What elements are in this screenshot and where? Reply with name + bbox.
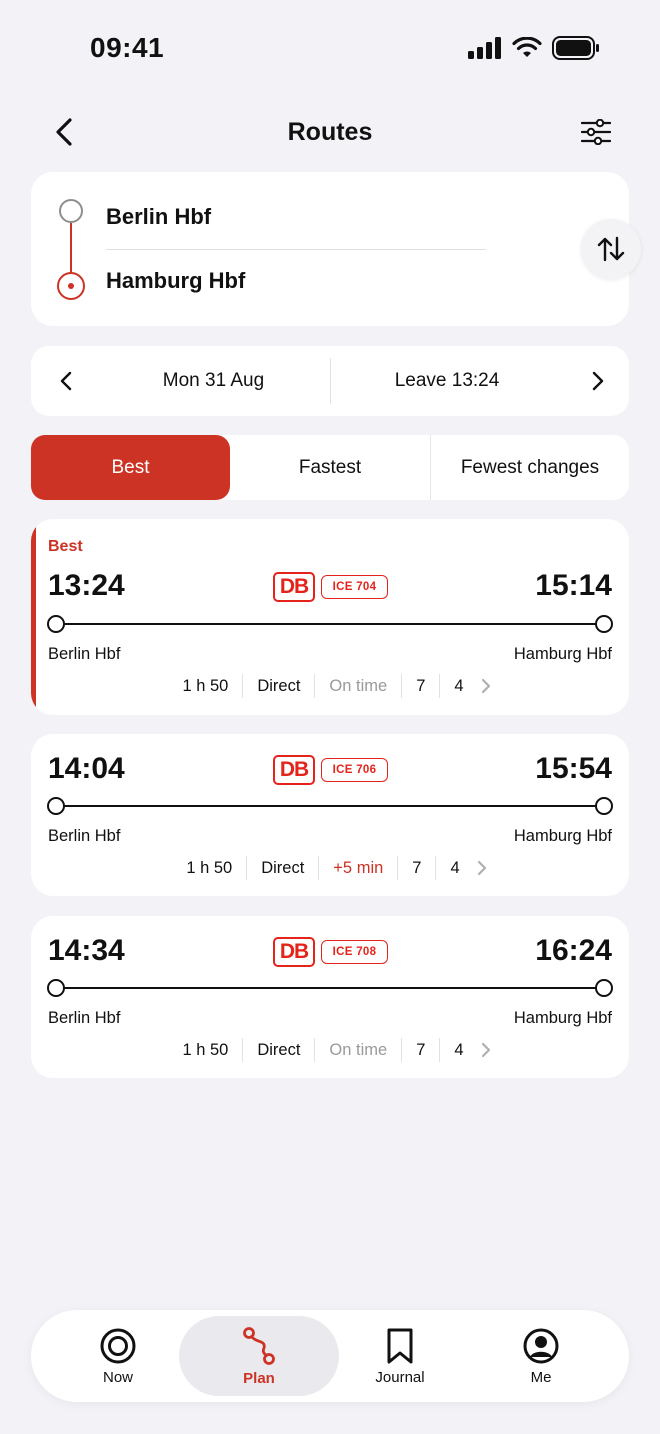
departure-dot-icon [47,797,65,815]
battery-icon [552,36,599,60]
destination-station-field[interactable]: Hamburg Hbf [106,268,245,294]
route-card[interactable]: 14:34 DB ICE 708 16:24 Berlin Hbf Hambur… [31,916,629,1078]
profile-icon [523,1328,559,1363]
from-station: Berlin Hbf [48,1009,121,1027]
to-station: Hamburg Hbf [513,827,612,845]
tab-me[interactable]: Me [471,1310,611,1402]
punctuality-status: On time [314,674,401,698]
tab-now[interactable]: Now [48,1310,188,1402]
page-title: Routes [287,118,373,146]
db-logo: DB [273,755,315,785]
duration: 1 h 50 [182,1041,229,1059]
departure-time: 13:24 [48,569,125,602]
departure-time: 14:34 [48,934,125,967]
swap-stations-button[interactable] [581,219,641,279]
arrival-dot-icon [595,615,613,633]
meta-value-2: 4 [439,1038,477,1062]
tab-journal-label: Journal [375,1368,425,1386]
meta-value-1: 7 [401,1038,439,1062]
swap-arrows-icon [597,236,625,262]
meta-value-1: 7 [397,856,435,880]
route-card[interactable]: 14:04 DB ICE 706 15:54 Berlin Hbf Hambur… [31,734,629,896]
bookmark-icon [387,1328,413,1363]
departure-dot-icon [47,979,65,997]
destination-marker-icon [57,272,85,300]
sliders-icon [581,119,611,145]
filter-button[interactable] [576,112,616,152]
train-number-badge: ICE 706 [321,758,388,782]
tab-plan[interactable]: Plan [179,1316,339,1396]
status-time: 09:41 [90,32,165,63]
from-station: Berlin Hbf [48,827,121,845]
station-card: Berlin Hbf Hamburg Hbf [31,172,629,326]
station-connector-line [69,223,72,273]
date-selector[interactable]: Mon 31 Aug [111,370,316,392]
route-meta: 1 h 50 Direct On time 7 4 [31,1038,629,1062]
departure-time: 14:04 [48,752,125,785]
target-icon [100,1328,136,1363]
tab-me-label: Me [530,1368,552,1386]
station-divider [106,249,486,250]
changes: Direct [242,1038,314,1062]
to-station: Hamburg Hbf [513,1009,612,1027]
duration: 1 h 50 [182,677,229,695]
route-icon [243,1326,275,1365]
punctuality-status: On time [314,1038,401,1062]
departure-time-selector[interactable]: Leave 13:24 [347,370,547,392]
route-card[interactable]: Best 13:24 DB ICE 704 15:14 Berlin Hbf H… [31,519,629,715]
best-label: Best [48,538,83,555]
route-meta: 1 h 50 Direct On time 7 4 [31,674,629,698]
tab-now-label: Now [102,1368,133,1386]
delay-status: +5 min [318,856,397,880]
changes: Direct [242,674,314,698]
tab-journal[interactable]: Journal [330,1310,470,1402]
next-day-button[interactable] [583,366,613,396]
meta-value-2: 4 [439,674,477,698]
route-track-line [55,805,605,807]
db-logo: DB [273,572,315,602]
origin-marker-icon [59,199,83,223]
origin-station-field[interactable]: Berlin Hbf [106,204,211,230]
bottom-tab-bar: Now Plan Journal Me [31,1310,629,1402]
changes: Direct [246,856,318,880]
cellular-signal-icon [468,37,501,59]
db-logo: DB [273,937,315,967]
route-track-line [55,623,605,625]
chevron-right-icon [592,371,604,391]
nav-bar: Routes [0,100,660,164]
meta-value-2: 4 [435,856,473,880]
previous-day-button[interactable] [51,366,81,396]
date-time-bar: Mon 31 Aug Leave 13:24 [31,346,629,416]
wifi-icon [512,37,542,57]
sort-tab-best[interactable]: Best [31,435,230,500]
arrival-time: 16:24 [535,934,612,967]
status-icons [468,36,600,60]
departure-dot-icon [47,615,65,633]
arrival-time: 15:14 [535,569,612,602]
chevron-left-icon [60,371,72,391]
train-number-badge: ICE 708 [321,940,388,964]
to-station: Hamburg Hbf [513,645,612,663]
chevron-right-icon [478,677,492,695]
chevron-right-icon [478,1041,492,1059]
sort-tab-fastest[interactable]: Fastest [230,435,430,500]
sort-segmented-control: Best Fastest Fewest changes [31,435,629,500]
chevron-right-icon [474,859,488,877]
duration: 1 h 50 [186,859,233,877]
arrival-dot-icon [595,979,613,997]
from-station: Berlin Hbf [48,645,121,663]
tab-plan-label: Plan [243,1369,275,1387]
date-time-divider [330,358,331,404]
sort-tab-fewest-changes[interactable]: Fewest changes [431,435,629,500]
route-track-line [55,987,605,989]
meta-value-1: 7 [401,674,439,698]
train-number-badge: ICE 704 [321,575,388,599]
arrival-dot-icon [595,797,613,815]
status-bar: 09:41 [0,0,660,100]
arrival-time: 15:54 [535,752,612,785]
route-meta: 1 h 50 Direct +5 min 7 4 [31,856,629,880]
